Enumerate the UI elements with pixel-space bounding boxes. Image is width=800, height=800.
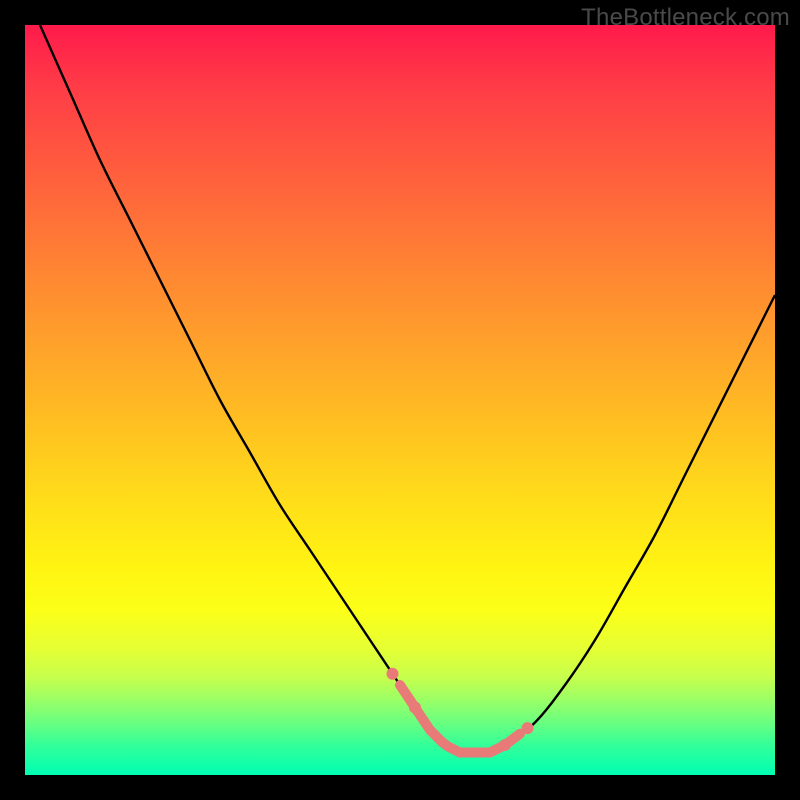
highlight-dot [499,739,511,751]
highlight-dot [387,668,399,680]
watermark-text: TheBottleneck.com [581,4,790,32]
bottleneck-curve [40,25,775,753]
plot-area [25,25,775,775]
highlight-markers [387,668,534,753]
curve-layer [25,25,775,775]
highlight-dot [409,702,421,714]
highlight-dot [522,722,534,734]
chart-frame: TheBottleneck.com [0,0,800,800]
